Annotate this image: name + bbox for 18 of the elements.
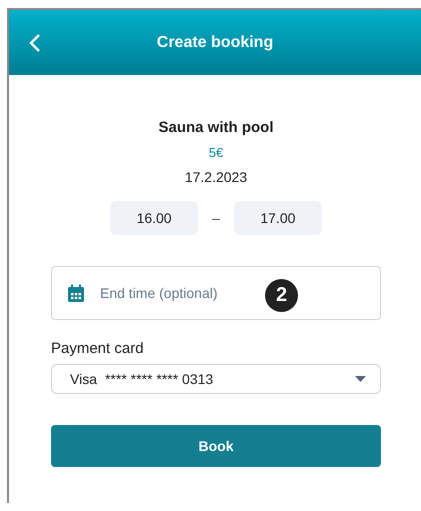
card-brand: Visa [70, 371, 97, 387]
back-icon [29, 32, 41, 52]
step-number-badge: 2 [265, 279, 298, 312]
service-name: Sauna with pool [158, 119, 274, 136]
book-button[interactable]: Book [51, 425, 381, 467]
calendar-icon [67, 284, 85, 302]
payment-card-dropdown[interactable]: Visa **** **** **** 0313 [51, 364, 381, 394]
booking-date: 17.2.2023 [184, 169, 248, 185]
end-time-placeholder: End time (optional) [100, 285, 218, 301]
card-number: **** **** **** 0313 [104, 371, 214, 387]
payment-card-label: Payment card [51, 340, 145, 357]
end-time-field[interactable]: 17.00 [234, 201, 322, 235]
service-price: 5€ [208, 145, 224, 160]
start-time-field[interactable]: 16.00 [110, 201, 198, 235]
screen-title: Create booking [156, 34, 274, 50]
dropdown-caret-icon [355, 376, 366, 382]
end-time-input[interactable]: End time (optional) 2 [51, 266, 381, 320]
range-separator: – [212, 210, 220, 226]
